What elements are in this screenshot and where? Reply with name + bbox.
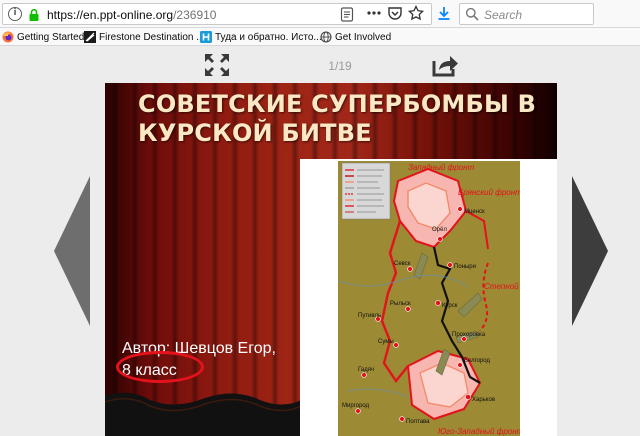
bookmark-label: Туда и обратно. Исто... bbox=[215, 31, 322, 43]
search-icon bbox=[465, 7, 479, 21]
map-label-western-front: Западный фронт bbox=[408, 163, 474, 172]
map-city-label: Харьков bbox=[472, 397, 495, 403]
slide-title: СОВЕТСКИЕ СУПЕРБОМБЫ В КУРСКОЙ БИТВЕ bbox=[138, 90, 537, 147]
map-city-label: Путивль bbox=[358, 313, 381, 319]
reader-view-icon[interactable] bbox=[340, 7, 354, 22]
more-actions-icon[interactable] bbox=[366, 5, 382, 21]
bookmark-firestone[interactable]: Firestone Destination ... bbox=[84, 30, 205, 44]
map-city-label: Сумы bbox=[378, 339, 394, 345]
map-label-southwestern-front: Юго-Западный фронт bbox=[438, 427, 520, 436]
map-city-label: Прохоровка bbox=[452, 332, 486, 338]
firefox-icon bbox=[2, 31, 14, 43]
bookmark-get-involved[interactable]: Get Involved bbox=[320, 30, 391, 44]
bookmark-getting-started[interactable]: Getting Started bbox=[2, 30, 84, 44]
map-city-label: Миргород bbox=[342, 403, 370, 409]
highlight-ellipse bbox=[116, 351, 204, 383]
search-bar[interactable]: Search bbox=[459, 3, 594, 25]
bookmark-label: Firestone Destination ... bbox=[99, 31, 205, 43]
map-city-label: Полтава bbox=[406, 419, 430, 425]
globe-icon bbox=[320, 31, 332, 43]
url-text[interactable]: https://en.ppt-online.org/236910 bbox=[47, 8, 216, 22]
share-icon[interactable] bbox=[430, 51, 460, 79]
downloads-icon[interactable] bbox=[436, 5, 452, 21]
bookmark-label: Getting Started bbox=[17, 31, 85, 43]
pocket-icon[interactable] bbox=[387, 5, 403, 21]
search-placeholder: Search bbox=[484, 8, 523, 22]
map-city-label: Рыльск bbox=[390, 301, 411, 307]
stage-floor bbox=[105, 392, 305, 436]
map-city-label: Мценск bbox=[464, 209, 485, 215]
bookmark-star-icon[interactable] bbox=[408, 5, 424, 21]
previous-slide-icon[interactable] bbox=[54, 176, 90, 326]
fullscreen-icon[interactable] bbox=[202, 51, 232, 79]
map-city-label: Курск bbox=[442, 303, 458, 309]
page-counter: 1/19 bbox=[328, 59, 352, 73]
map-label-steppe-front: Степной фронт bbox=[484, 282, 520, 291]
url-host: https://en.ppt-online.org bbox=[47, 8, 174, 22]
map-label-bryansk-front: Брянский фронт bbox=[458, 188, 520, 197]
presentation-viewer: 1/19 СОВЕТСКИЕ СУПЕРБОМБЫ В КУРСКОЙ БИТВ… bbox=[0, 46, 640, 436]
firestone-icon bbox=[84, 31, 96, 43]
next-slide-icon[interactable] bbox=[572, 176, 608, 326]
slide: СОВЕТСКИЕ СУПЕРБОМБЫ В КУРСКОЙ БИТВЕ Авт… bbox=[105, 83, 557, 436]
bookmarks-toolbar: Getting Started Firestone Destination ..… bbox=[0, 28, 640, 46]
map-city-label: Гадяч bbox=[358, 367, 374, 373]
map-panel: Западный фронт Брянский фронт Степной фр… bbox=[300, 159, 557, 436]
map-city-label: Поныри bbox=[454, 264, 476, 270]
map-city-label: Белгород bbox=[464, 358, 491, 364]
h-icon bbox=[200, 31, 212, 43]
bookmark-tuda-i-obratno[interactable]: Туда и обратно. Исто... bbox=[200, 30, 322, 44]
info-icon[interactable]: i bbox=[8, 7, 22, 21]
navigation-toolbar: i https://en.ppt-online.org/236910 Searc… bbox=[0, 0, 640, 28]
browser-window: i https://en.ppt-online.org/236910 Searc… bbox=[0, 0, 640, 436]
bookmark-label: Get Involved bbox=[335, 31, 392, 43]
map-city-label: Севск bbox=[394, 261, 411, 267]
url-path: /236910 bbox=[173, 8, 217, 22]
kursk-battle-map: Западный фронт Брянский фронт Степной фр… bbox=[338, 161, 520, 436]
lock-icon[interactable] bbox=[27, 8, 41, 22]
map-city-label: Орёл bbox=[432, 227, 447, 233]
